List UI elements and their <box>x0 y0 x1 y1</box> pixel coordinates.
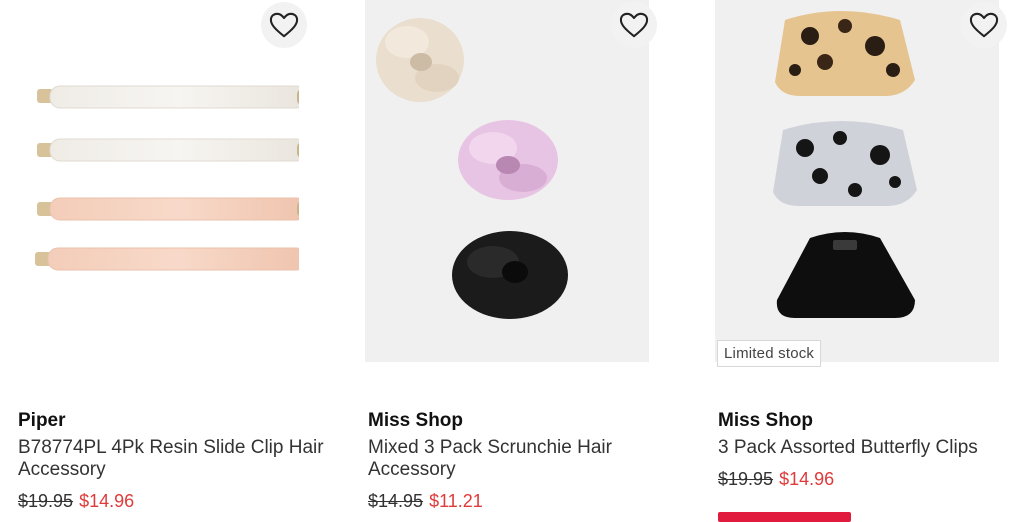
product-price: $14.95 $11.21 <box>368 491 483 512</box>
product-image[interactable] <box>15 0 299 362</box>
product-brand: Piper <box>18 410 66 431</box>
heart-outline-icon <box>969 12 999 38</box>
product-brand: Miss Shop <box>718 410 814 431</box>
product-image[interactable] <box>715 0 999 362</box>
product-card[interactable]: Miss Shop Mixed 3 Pack Scrunchie Hair Ac… <box>365 0 695 518</box>
wishlist-button[interactable] <box>261 2 307 48</box>
product-title[interactable]: B78774PL 4Pk Resin Slide Clip Hair Acces… <box>18 437 348 481</box>
product-price: $19.95 $14.96 <box>718 469 834 490</box>
product-title[interactable]: Mixed 3 Pack Scrunchie Hair Accessory <box>368 437 698 481</box>
sale-price: $14.96 <box>79 491 135 511</box>
product-brand: Miss Shop <box>368 410 464 431</box>
product-card[interactable]: Limited stock Miss Shop 3 Pack Assorted … <box>715 0 1016 522</box>
heart-outline-icon <box>619 12 649 38</box>
sale-price: $14.96 <box>779 469 835 489</box>
original-price: $19.95 <box>18 491 74 511</box>
product-price: $19.95 $14.96 <box>18 491 134 512</box>
stock-badge: Limited stock <box>717 340 822 367</box>
product-image[interactable] <box>365 0 649 362</box>
wishlist-button[interactable] <box>961 2 1007 48</box>
wishlist-button[interactable] <box>611 2 657 48</box>
add-to-cart-button[interactable] <box>718 512 851 522</box>
original-price: $19.95 <box>718 469 774 489</box>
product-card[interactable]: Piper B78774PL 4Pk Resin Slide Clip Hair… <box>15 0 345 518</box>
sale-price: $11.21 <box>429 491 483 511</box>
product-title[interactable]: 3 Pack Assorted Butterfly Clips <box>718 437 1016 459</box>
heart-outline-icon <box>269 12 299 38</box>
original-price: $14.95 <box>368 491 424 511</box>
